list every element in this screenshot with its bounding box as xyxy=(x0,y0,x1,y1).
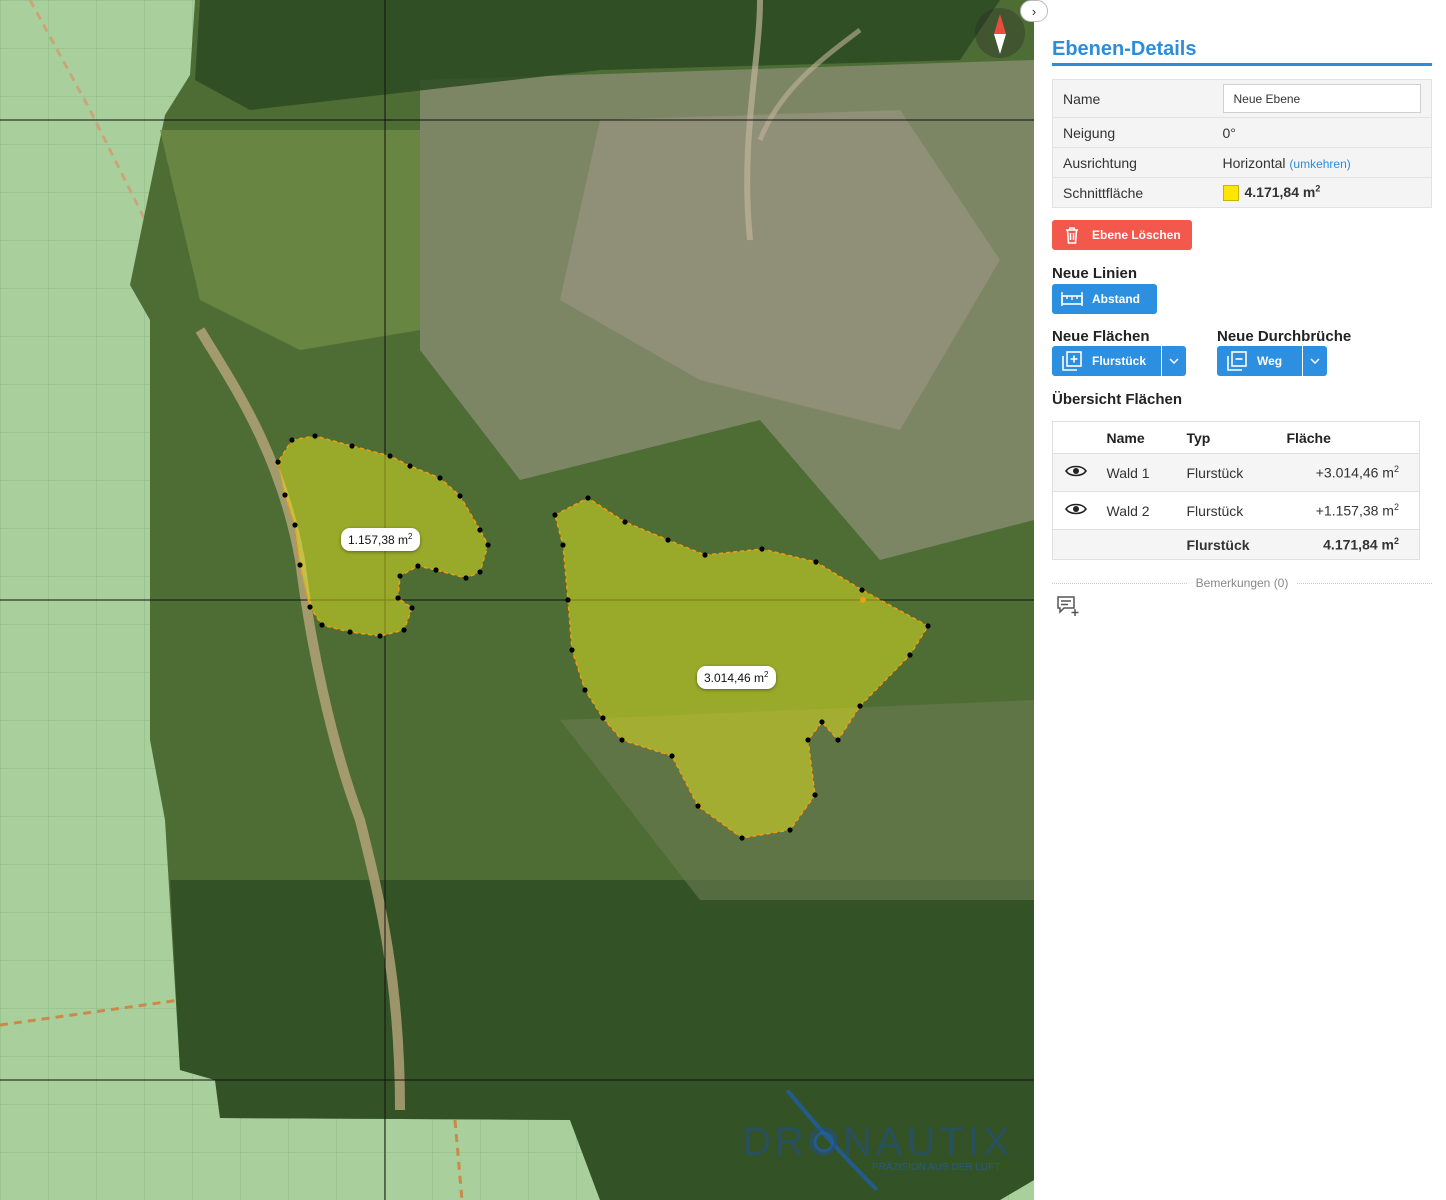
table-row[interactable]: Wald 2 Flurstück +1.157,38 m2 xyxy=(1052,491,1420,530)
chevron-down-icon xyxy=(1169,358,1179,364)
row-type: Flurstück xyxy=(1186,491,1287,530)
row-name: Wald 1 xyxy=(1106,453,1187,492)
property-row-orientation: Ausrichtung Horizontal (umkehren) xyxy=(1052,147,1432,178)
subtract-square-icon xyxy=(1217,351,1257,371)
row-name: Wald 2 xyxy=(1106,491,1187,530)
visibility-toggle[interactable] xyxy=(1052,453,1107,492)
total-type: Flurstück xyxy=(1186,529,1287,560)
remarks-divider: Bemerkungen (0) xyxy=(1052,576,1432,590)
area-overview-heading: Übersicht Flächen xyxy=(1052,391,1183,408)
distance-label: Abstand xyxy=(1092,292,1140,306)
collapse-panel-button[interactable]: › xyxy=(1020,0,1048,22)
delete-layer-label: Ebene Löschen xyxy=(1092,228,1181,242)
panel-title: Ebenen-Details xyxy=(1052,38,1197,60)
section-area-label: Schnittfläche xyxy=(1052,177,1213,208)
column-header-name: Name xyxy=(1106,421,1187,454)
add-path-label: Weg xyxy=(1257,354,1283,368)
layer-details-panel: Ebenen-Details Name Neigung 0° Ausrichtu… xyxy=(1034,0,1446,1200)
property-row-name: Name xyxy=(1052,79,1432,118)
add-path-button[interactable]: Weg xyxy=(1217,346,1302,376)
tilt-value: 0° xyxy=(1212,117,1432,148)
new-openings-heading: Neue Durchbrüche xyxy=(1217,328,1352,345)
table-header-row: Name Typ Fläche xyxy=(1052,421,1420,454)
name-label: Name xyxy=(1052,79,1213,118)
ruler-icon xyxy=(1052,284,1092,314)
orientation-label: Ausrichtung xyxy=(1052,147,1213,178)
compass-button[interactable] xyxy=(975,8,1025,58)
dronautix-logo: DRONAUTIX PRÄZISION AUS DER LUFT xyxy=(742,1088,1022,1192)
table-row[interactable]: Wald 1 Flurstück +3.014,46 m2 xyxy=(1052,453,1420,492)
layer-properties-table: Name Neigung 0° Ausrichtung Horizontal (… xyxy=(1052,79,1432,208)
svg-text:DRONAUTIX: DRONAUTIX xyxy=(742,1120,1014,1164)
compass-needle-icon xyxy=(994,14,1006,54)
add-comment-icon xyxy=(1057,596,1079,616)
row-area: +3.014,46 m2 xyxy=(1286,453,1420,492)
property-row-section-area: Schnittfläche 4.171,84 m2 xyxy=(1052,177,1432,208)
chevron-right-icon: › xyxy=(1031,3,1037,19)
map-canvas[interactable] xyxy=(0,0,1034,1200)
row-type: Flurstück xyxy=(1186,453,1287,492)
color-swatch[interactable] xyxy=(1222,185,1239,202)
new-lines-heading: Neue Linien xyxy=(1052,265,1138,282)
visibility-toggle[interactable] xyxy=(1052,491,1107,530)
remarks-label: Bemerkungen (0) xyxy=(1195,576,1289,590)
orientation-value: Horizontal xyxy=(1222,154,1286,171)
column-header-area: Fläche xyxy=(1286,421,1420,454)
new-area-split-button: Flurstück xyxy=(1052,346,1186,376)
trash-icon xyxy=(1052,220,1092,250)
eye-icon xyxy=(1065,465,1087,477)
add-comment-button[interactable] xyxy=(1056,595,1080,617)
tilt-label: Neigung xyxy=(1052,117,1213,148)
map-view[interactable]: 1.157,38 m2 3.014,46 m2 DRONAUTIX PRÄZIS… xyxy=(0,0,1034,1200)
add-parcel-label: Flurstück xyxy=(1092,354,1147,368)
chevron-down-icon xyxy=(1310,358,1320,364)
eye-icon xyxy=(1065,503,1087,515)
add-square-icon xyxy=(1052,351,1092,371)
dronautix-logo-graphic: DRONAUTIX PRÄZISION AUS DER LUFT xyxy=(742,1088,1014,1192)
area-type-dropdown[interactable] xyxy=(1161,346,1186,376)
area-label-wald-1: 3.014,46 m2 xyxy=(697,666,776,689)
title-underline xyxy=(1052,63,1432,66)
layer-name-input[interactable] xyxy=(1222,84,1421,113)
section-area-value: 4.171,84 m2 xyxy=(1244,183,1321,201)
area-label-wald-2: 1.157,38 m2 xyxy=(341,528,420,551)
new-areas-heading: Neue Flächen xyxy=(1052,328,1150,345)
svg-text:PRÄZISION AUS DER LUFT: PRÄZISION AUS DER LUFT xyxy=(872,1161,1000,1173)
add-parcel-button[interactable]: Flurstück xyxy=(1052,346,1161,376)
opening-type-dropdown[interactable] xyxy=(1302,346,1327,376)
new-opening-split-button: Weg xyxy=(1217,346,1327,376)
row-area: +1.157,38 m2 xyxy=(1286,491,1420,530)
property-row-tilt: Neigung 0° xyxy=(1052,117,1432,148)
area-overview-table: Name Typ Fläche Wald 1 Flurstück +3.014,… xyxy=(1052,421,1420,560)
total-area: 4.171,84 m2 xyxy=(1286,529,1420,560)
delete-layer-button[interactable]: Ebene Löschen xyxy=(1052,220,1192,250)
reverse-orientation-link[interactable]: (umkehren) xyxy=(1289,157,1350,171)
column-header-type: Typ xyxy=(1186,421,1287,454)
distance-button[interactable]: Abstand xyxy=(1052,284,1157,314)
table-total-row: Flurstück 4.171,84 m2 xyxy=(1052,529,1420,560)
